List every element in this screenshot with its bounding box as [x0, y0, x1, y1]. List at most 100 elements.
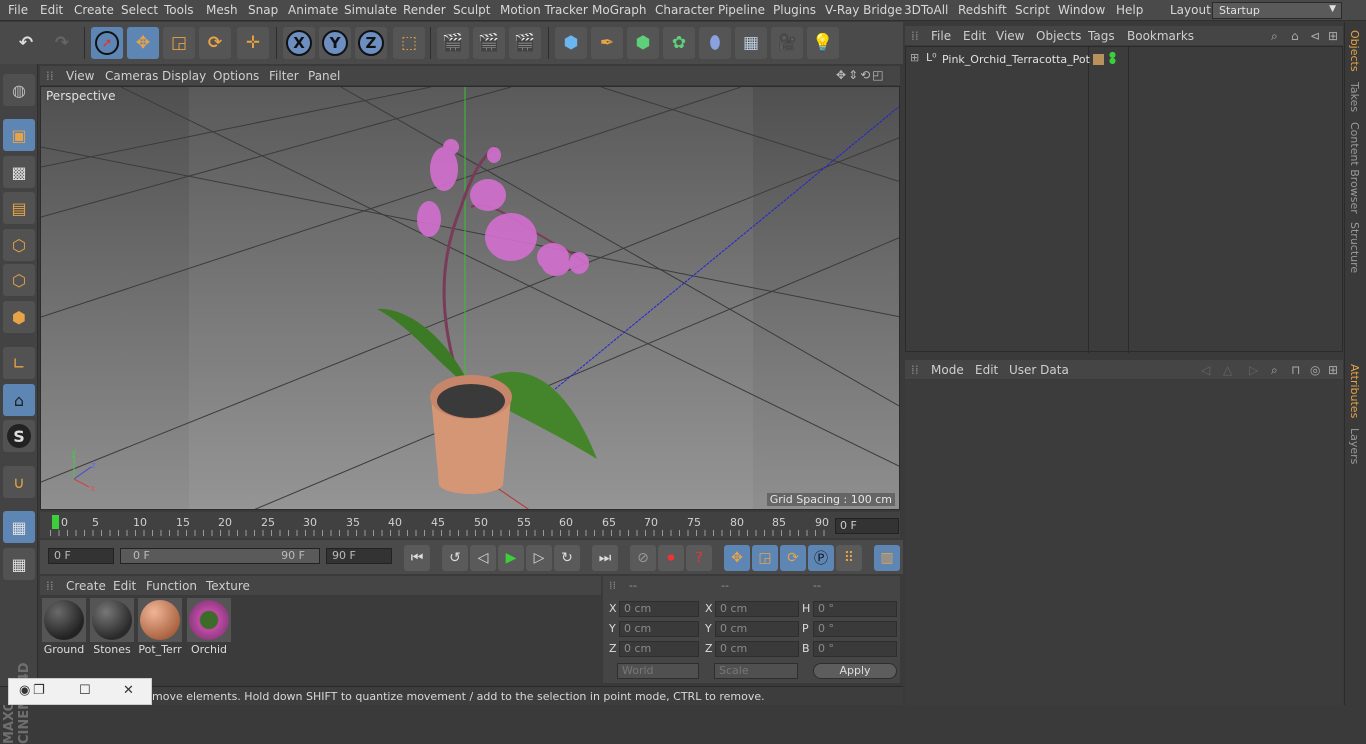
start-frame-field[interactable]: 0 F [48, 548, 114, 564]
menu-redshift[interactable]: Redshift [958, 3, 1007, 17]
size-z-field[interactable]: 0 cm [715, 641, 799, 657]
material-stones[interactable]: Stones [90, 598, 134, 656]
viewport-menu-view[interactable]: View [66, 69, 94, 83]
go-to-start-button[interactable]: ⏮ [404, 545, 430, 571]
pos-z-field[interactable]: 0 cm [619, 641, 699, 657]
menu-sculpt[interactable]: Sculpt [453, 3, 490, 17]
tab-takes[interactable]: Takes [1348, 82, 1361, 112]
subdivision-button[interactable]: ⬢ [627, 27, 659, 59]
menu-select[interactable]: Select [121, 3, 158, 17]
objects-menu-edit[interactable]: Edit [963, 29, 986, 43]
viewport-menu-display[interactable]: Display [162, 69, 206, 83]
attributes-menu-user-data[interactable]: User Data [1009, 363, 1069, 377]
close-icon[interactable]: ✕ [123, 683, 134, 698]
menu-vray-bridge[interactable]: V-Ray Bridge [825, 3, 902, 17]
move-tool-button[interactable]: ✥ [127, 27, 159, 59]
tweak-mode-button[interactable]: ⌂ [3, 384, 35, 416]
current-frame-field[interactable]: 0 F [835, 518, 899, 534]
menu-plugins[interactable]: Plugins [773, 3, 816, 17]
light-button[interactable]: 💡 [807, 27, 839, 59]
record-keys-button[interactable]: ⊘ [630, 545, 656, 571]
menu-window[interactable]: Window [1058, 3, 1105, 17]
menu-motion-tracker[interactable]: Motion Tracker [500, 3, 588, 17]
coordinate-mode-select[interactable]: World [617, 663, 699, 679]
forward-arrow-icon[interactable]: ▷ [1249, 363, 1258, 377]
new-panel-icon[interactable]: ⊞ [1328, 363, 1338, 377]
rot-b-field[interactable]: 0 ° [813, 641, 897, 657]
lock-icon[interactable]: ⊓ [1291, 363, 1300, 377]
redo-button[interactable]: ↷ [46, 27, 78, 59]
y-axis-lock-button[interactable]: Y [319, 27, 351, 59]
floor-button[interactable]: ▦ [735, 27, 767, 59]
render-settings-button[interactable]: 🎬 [509, 27, 541, 59]
pan-icon[interactable]: ✥ [836, 68, 848, 82]
tab-objects[interactable]: Objects [1348, 30, 1361, 72]
menu-help[interactable]: Help [1116, 3, 1143, 17]
orbit-icon[interactable]: ⟲ [860, 68, 872, 82]
tab-content-browser[interactable]: Content Browser [1348, 122, 1361, 214]
viewport-menu-panel[interactable]: Panel [308, 69, 340, 83]
prev-key-button[interactable]: ↺ [442, 545, 468, 571]
preview-range-slider[interactable]: 0 F 90 F [120, 548, 320, 564]
tab-layers[interactable]: Layers [1348, 428, 1361, 464]
pen-spline-button[interactable]: ✒ [591, 27, 623, 59]
viewport-menu-options[interactable]: Options [213, 69, 259, 83]
up-arrow-icon[interactable]: △ [1223, 363, 1232, 377]
axis-mode-button[interactable]: ∟ [3, 347, 35, 379]
back-icon[interactable]: ⊲ [1310, 29, 1320, 43]
menu-character[interactable]: Character [655, 3, 714, 17]
objects-menu-file[interactable]: File [931, 29, 951, 43]
render-view-button[interactable]: 🎬 [437, 27, 469, 59]
polygons-mode-button[interactable]: ⬢ [3, 301, 35, 333]
material-menu-texture[interactable]: Texture [206, 579, 250, 593]
expand-icon[interactable]: ⊞ [910, 51, 919, 64]
size-y-field[interactable]: 0 cm [715, 621, 799, 637]
workplane-button[interactable]: ▤ [3, 192, 35, 224]
next-frame-button[interactable]: ▷ [526, 545, 552, 571]
material-pot-terracotta[interactable]: Pot_Terr [138, 598, 182, 656]
viewport-menu-cameras[interactable]: Cameras [105, 69, 158, 83]
deformer-button[interactable]: ⬮ [699, 27, 731, 59]
material-menu-edit[interactable]: Edit [113, 579, 136, 593]
rot-h-field[interactable]: 0 ° [813, 601, 897, 617]
menu-snap[interactable]: Snap [248, 3, 278, 17]
menu-simulate[interactable]: Simulate [344, 3, 397, 17]
rotate-tool-button[interactable]: ⟳ [199, 27, 231, 59]
menu-animate[interactable]: Animate [288, 3, 338, 17]
material-menu-create[interactable]: Create [66, 579, 106, 593]
timeline-ruler[interactable]: 0 5 10 15 20 25 30 35 40 45 50 55 60 65 … [40, 512, 900, 538]
back-arrow-icon[interactable]: ◁ [1201, 363, 1210, 377]
x-axis-lock-button[interactable]: X [283, 27, 315, 59]
transform-tool-button[interactable]: ✛ [237, 27, 269, 59]
keyframe-selection-button[interactable]: ? [686, 545, 712, 571]
menu-3dtoall[interactable]: 3DToAll [904, 3, 948, 17]
layer-color-swatch[interactable] [1093, 54, 1104, 65]
workplane-align-button[interactable]: ▦ [3, 548, 35, 580]
size-mode-select[interactable]: Scale [714, 663, 798, 679]
material-menu-function[interactable]: Function [146, 579, 197, 593]
tab-structure[interactable]: Structure [1348, 222, 1361, 273]
apply-button[interactable]: Apply [813, 663, 897, 679]
menu-mesh[interactable]: Mesh [206, 3, 238, 17]
objects-menu-view[interactable]: View [996, 29, 1024, 43]
coordinate-system-button[interactable]: ⬚ [393, 27, 425, 59]
prev-frame-button[interactable]: ◁ [470, 545, 496, 571]
objects-menu-bookmarks[interactable]: Bookmarks [1127, 29, 1194, 43]
key-param-button[interactable]: Ⓟ [808, 545, 834, 571]
timeline-button[interactable]: ▥ [874, 545, 900, 571]
maximize-view-icon[interactable]: ◰ [872, 68, 885, 82]
make-editable-button[interactable]: ◍ [3, 74, 35, 106]
solo-button[interactable]: S [3, 420, 35, 452]
pos-y-field[interactable]: 0 cm [619, 621, 699, 637]
menu-edit[interactable]: Edit [40, 3, 63, 17]
menu-pipeline[interactable]: Pipeline [718, 3, 765, 17]
camera-button[interactable]: 🎥 [771, 27, 803, 59]
playhead-marker[interactable] [52, 515, 59, 529]
visibility-dots-icon[interactable]: ● ● [1109, 51, 1116, 65]
pos-x-field[interactable]: 0 cm [619, 601, 699, 617]
cube-button[interactable]: ⬢ [555, 27, 587, 59]
new-panel-icon[interactable]: ⊞ [1328, 29, 1338, 43]
play-button[interactable]: ▶ [498, 545, 524, 571]
layout-select[interactable]: Startup ▼ [1212, 2, 1342, 19]
texture-mode-button[interactable]: ▩ [3, 156, 35, 188]
